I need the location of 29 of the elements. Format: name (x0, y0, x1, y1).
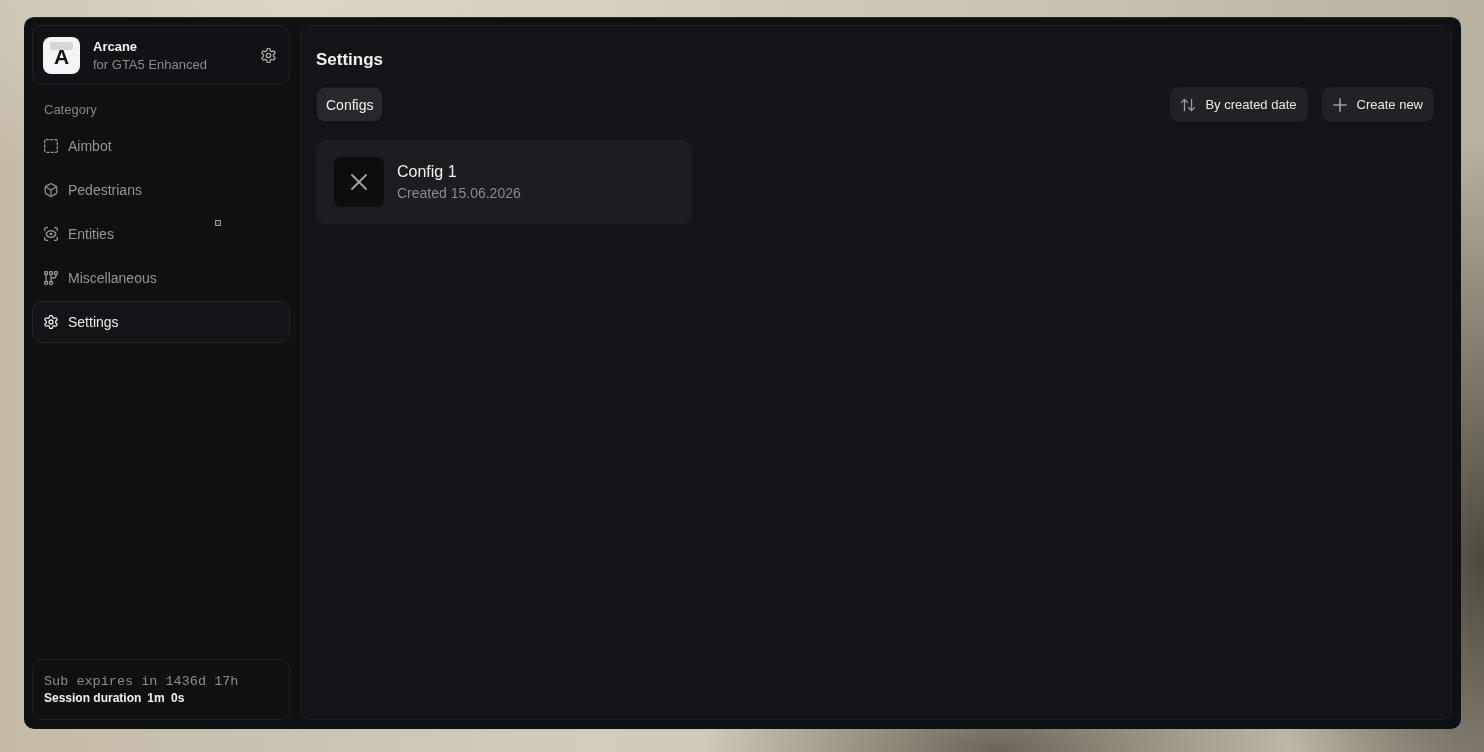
settings-icon (44, 315, 58, 329)
small-square-icon (215, 220, 221, 226)
tab[interactable]: Configs (316, 87, 384, 122)
nav-item[interactable]: Settings (32, 301, 290, 343)
nav-item[interactable]: Entities (32, 213, 290, 255)
app-logo: A (43, 36, 80, 74)
config-created-date: Created 15.06.2026 (397, 185, 521, 202)
section-label: Category (43, 102, 98, 118)
settings-icon[interactable] (261, 47, 276, 63)
cube-icon (44, 183, 58, 197)
dashed-square-icon (44, 139, 58, 153)
subscription-expiry-text: Sub expires in 1436d 17h (44, 673, 240, 690)
session-duration: 1m 0s (147, 690, 185, 706)
session-label: Session duration (44, 690, 142, 706)
create-button[interactable]: Create new (1321, 87, 1434, 122)
scan-eye-icon (44, 227, 58, 241)
page-title: Settings (316, 49, 384, 71)
app-name: Arcane (93, 38, 139, 54)
plus-icon (1332, 97, 1347, 112)
x-icon (334, 157, 384, 207)
nav-item[interactable]: Aimbot (32, 125, 290, 167)
config-card[interactable]: Config 1 Created 15.06.2026 (316, 140, 692, 224)
sort-arrows-icon (1181, 97, 1196, 112)
nav-item[interactable]: Miscellaneous (32, 257, 290, 299)
nav-item[interactable]: Pedestrians (32, 169, 290, 211)
sort-button[interactable]: By created date (1170, 87, 1308, 122)
node-graph-icon (44, 271, 58, 285)
config-name: Config 1 (397, 162, 458, 181)
app-subtitle: for GTA5 Enhanced (93, 56, 208, 72)
